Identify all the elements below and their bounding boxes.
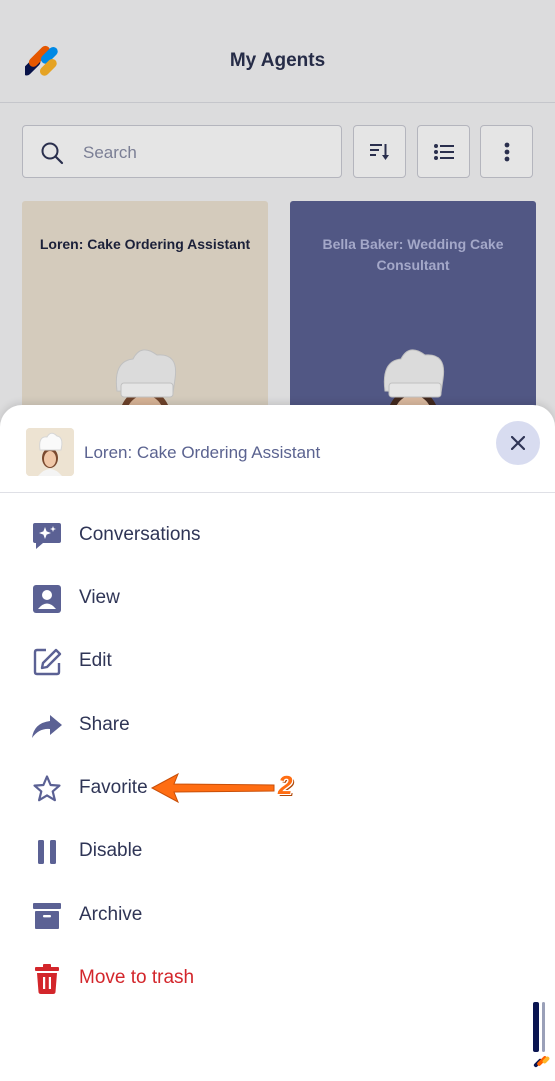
archive-box-icon (31, 900, 63, 932)
menu-item-view[interactable]: View (0, 570, 555, 626)
menu-item-conversations[interactable]: Conversations (0, 507, 555, 563)
menu-item-label: Move to trash (79, 967, 195, 988)
annotation-step-number: 2 (278, 770, 293, 800)
conversations-sparkle-icon (31, 520, 63, 552)
star-outline-icon (31, 773, 63, 805)
edit-pencil-icon (31, 646, 63, 678)
person-view-icon (31, 583, 63, 615)
menu-item-label: Edit (79, 650, 112, 671)
close-icon (511, 436, 525, 450)
agent-actions-sheet: Loren: Cake Ordering Assistant Conversat… (0, 405, 555, 1081)
sheet-header: Loren: Cake Ordering Assistant (0, 405, 555, 493)
menu-item-share[interactable]: Share (0, 697, 555, 753)
jotform-watermark-logo (533, 1002, 550, 1068)
trash-icon (31, 963, 63, 995)
close-button[interactable] (496, 421, 540, 465)
menu-item-label: Favorite (79, 777, 148, 798)
menu-item-label: View (79, 587, 120, 608)
pause-icon (31, 836, 63, 868)
menu-item-move-to-trash[interactable]: Move to trash (0, 950, 555, 1006)
share-arrow-icon (31, 710, 63, 742)
menu-item-disable[interactable]: Disable (0, 823, 555, 879)
menu-item-label: Disable (79, 840, 143, 861)
menu-item-archive[interactable]: Archive (0, 887, 555, 943)
chef-avatar-image (26, 428, 74, 476)
menu-item-label: Conversations (79, 524, 201, 545)
menu-item-label: Archive (79, 904, 143, 925)
sheet-title: Loren: Cake Ordering Assistant (84, 443, 321, 462)
menu-item-edit[interactable]: Edit (0, 633, 555, 689)
agent-thumbnail (26, 428, 74, 476)
menu-item-label: Share (79, 714, 130, 735)
